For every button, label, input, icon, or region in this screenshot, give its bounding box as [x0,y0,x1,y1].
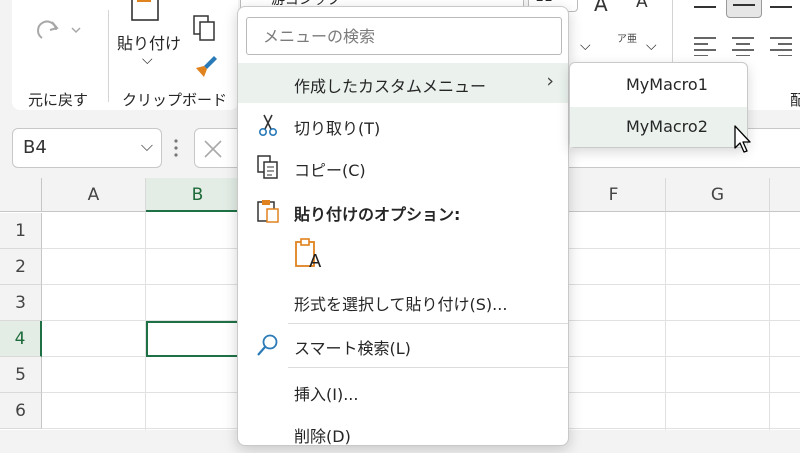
chevron-down-icon: ⌵ [142,52,153,68]
submenu-item-mymacro1[interactable]: MyMacro1 [570,65,747,105]
close-icon[interactable] [203,139,223,159]
chevron-down-icon: ⌄ [507,0,517,1]
chevron-down-icon[interactable]: ⌵ [580,38,591,54]
copy-icon [257,155,278,179]
row-header-4[interactable]: 4 [0,321,42,357]
submenu-item-label: MyMacro1 [626,75,708,94]
phonetic-guide-button[interactable]: ア亜 [612,34,642,45]
increase-font-icon[interactable]: A [594,0,608,16]
format-painter-icon [196,56,217,77]
menu-item-cut[interactable]: 切り取り(T) [238,105,568,145]
submenu-item-mymacro2[interactable]: MyMacro2 [570,107,747,147]
undo-button[interactable] [30,8,90,48]
row-header-1[interactable]: 1 [0,213,42,249]
align-middle-button[interactable] [726,0,762,18]
row-header-6[interactable]: 6 [0,393,42,429]
align-right-icon[interactable] [770,36,792,56]
column-header-f[interactable]: F [562,178,666,212]
menu-item-copy[interactable]: コピー(C) [238,147,568,187]
menu-item-delete[interactable]: 削除(D) [238,413,568,453]
chevron-right-icon: › [546,70,554,92]
menu-item-custom-menu[interactable]: 作成したカスタムメニュー › [238,63,568,103]
column-header-h[interactable] [770,178,800,212]
redo-icon [37,20,81,39]
chevron-down-icon[interactable]: ⌵ [141,136,153,156]
paste-icon [257,200,279,223]
menu-item-label: 切り取り(T) [294,119,381,138]
menu-item-label: 形式を選択して貼り付け(S)... [294,295,508,314]
custom-submenu: MyMacro1 MyMacro2 [569,62,748,148]
menu-item-label: コピー(C) [294,161,366,180]
submenu-item-label: MyMacro2 [626,117,708,136]
undo-group-label: 元に戻す [28,91,89,109]
column-header-b[interactable]: B [146,178,250,212]
paste-label: 貼り付け [117,34,182,53]
name-box[interactable]: B4 ⌵ [12,128,162,168]
menu-separator [288,367,568,368]
active-cell-b4[interactable] [146,321,250,357]
decrease-font-icon[interactable]: A [636,0,648,12]
menu-item-paste-special[interactable]: 形式を選択して貼り付け(S)... [238,281,568,321]
align-top-icon[interactable] [694,0,716,8]
align-bottom-icon[interactable] [770,0,792,8]
menu-item-label: 削除(D) [294,427,351,446]
phonetic-guide-label: ア亜 [617,34,637,45]
paste-button[interactable]: 貼り付け ⌵ [112,0,184,80]
menu-item-smart-lookup[interactable]: スマート検索(L) [238,325,568,365]
menu-search-box[interactable] [246,17,562,55]
select-all-corner[interactable] [0,178,42,212]
row-header-2[interactable]: 2 [0,249,42,285]
menu-item-label: 作成したカスタムメニュー [294,77,487,96]
paste-option-glyph: A [309,251,322,272]
menu-search-input[interactable] [261,18,555,54]
name-box-value: B4 [23,137,47,158]
clipboard-group-label: クリップボード [122,91,228,109]
more-options-icon[interactable] [174,138,178,158]
paste-option-values-button[interactable]: A [294,237,330,277]
gridline [665,212,666,430]
mouse-pointer-icon [734,125,751,153]
menu-item-label: スマート検索(L) [294,339,411,358]
column-header-a[interactable]: A [42,178,146,212]
format-painter-button[interactable] [190,52,218,80]
chevron-down-icon[interactable]: ⌵ [646,38,657,54]
copy-icon [193,15,215,41]
gridline [769,212,770,430]
align-left-icon[interactable] [694,36,716,56]
context-menu: 作成したカスタムメニュー › 切り取り(T) コピー(C) 貼り付けのオプション… [237,6,569,446]
menu-item-insert[interactable]: 挿入(I)... [238,371,568,411]
column-header-g[interactable]: G [666,178,770,212]
align-center-icon[interactable] [732,36,754,56]
row-header-3[interactable]: 3 [0,285,42,321]
alignment-group-label: 配 [790,91,800,109]
search-icon [257,334,278,356]
menu-item-label: 挿入(I)... [294,385,359,404]
menu-item-paste-options: 貼り付けのオプション: [238,191,568,231]
scissors-icon [259,114,278,136]
row-header-5[interactable]: 5 [0,357,42,393]
menu-item-label: 貼り付けのオプション: [294,205,461,224]
align-middle-icon [733,4,755,6]
copy-button[interactable] [192,14,218,42]
clipboard-icon [131,0,159,21]
ribbon-divider [108,10,109,102]
menu-separator [288,323,568,324]
